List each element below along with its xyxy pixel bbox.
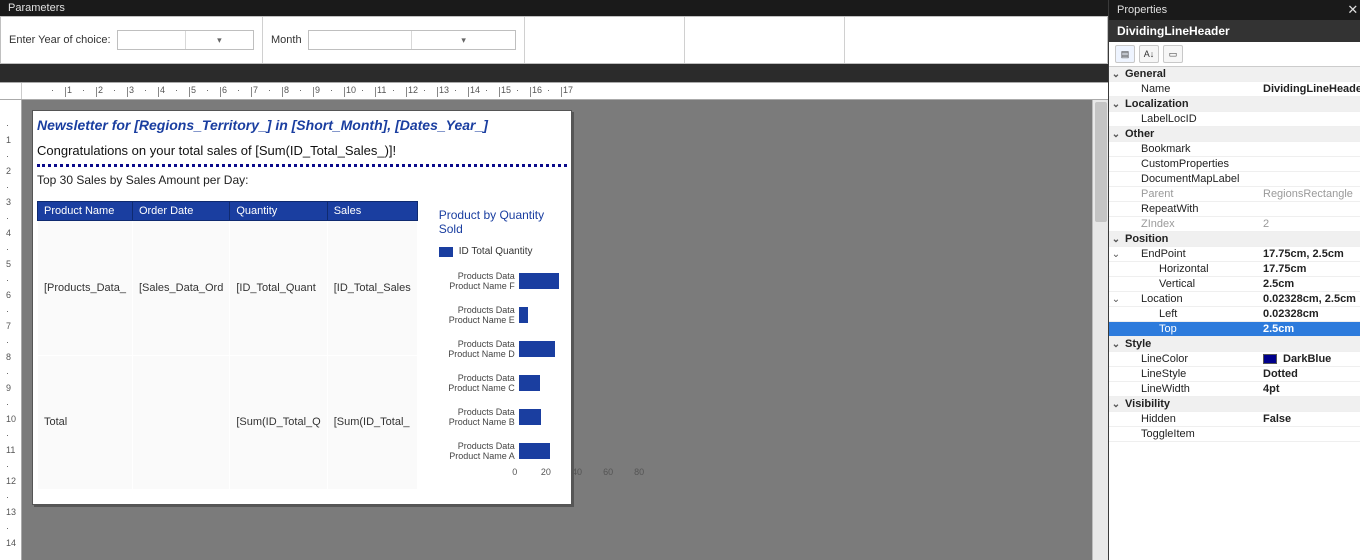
close-icon[interactable]: ✕ (1347, 2, 1358, 18)
property-category[interactable]: ⌄Style (1109, 337, 1360, 352)
dividing-line-header[interactable] (37, 164, 567, 167)
horizontal-ruler: 1·2·3·4·5·6·7·8·9·10·11·12·13·14·15·16·1… (22, 83, 1108, 99)
property-category[interactable]: ⌄Visibility (1109, 397, 1360, 412)
scrollbar-thumb[interactable] (1095, 102, 1107, 222)
sort-az-button[interactable]: A↓ (1139, 45, 1159, 63)
property-row[interactable]: ⌄Location0.02328cm, 2.5cm (1109, 292, 1360, 307)
canvas-scrollbar[interactable] (1092, 100, 1108, 560)
table-header[interactable]: Quantity (230, 202, 327, 221)
properties-panel-title: Properties (1117, 4, 1167, 16)
property-row[interactable]: LabelLocID (1109, 112, 1360, 127)
property-row[interactable]: NameDividingLineHeader (1109, 82, 1360, 97)
property-row[interactable]: Bookmark (1109, 142, 1360, 157)
parameters-panel-title: Parameters (0, 0, 1108, 16)
categorized-view-button[interactable]: ▤ (1115, 45, 1135, 63)
design-canvas[interactable]: Newsletter for [Regions_Territory_] in [… (22, 100, 1108, 560)
property-row[interactable]: ⌄EndPoint17.75cm, 2.5cm (1109, 247, 1360, 262)
param-year-combo[interactable]: ▾ (117, 30, 254, 50)
property-row[interactable]: RepeatWith (1109, 202, 1360, 217)
chart-bar-row: Products DataProduct Name B (443, 407, 560, 427)
param-empty-3 (845, 17, 1107, 63)
property-category[interactable]: ⌄Localization (1109, 97, 1360, 112)
property-row[interactable]: ZIndex2 (1109, 217, 1360, 232)
expand-icon[interactable]: ⌄ (1109, 69, 1123, 80)
table-row[interactable]: [Products_Data_[Sales_Data_Ord[ID_Total_… (38, 221, 418, 356)
property-category[interactable]: ⌄General (1109, 67, 1360, 82)
sales-table[interactable]: Product NameOrder DateQuantitySales [Pro… (37, 201, 418, 490)
chart-bar-row: Products DataProduct Name E (443, 305, 560, 325)
chart-x-axis: 020406080 (515, 467, 560, 479)
legend-swatch-icon (439, 247, 453, 257)
property-row[interactable]: LineColorDarkBlue (1109, 352, 1360, 367)
property-row[interactable]: LineStyleDotted (1109, 367, 1360, 382)
chevron-down-icon: ▾ (411, 31, 515, 49)
report-title[interactable]: Newsletter for [Regions_Territory_] in [… (37, 117, 567, 133)
expand-icon[interactable]: ⌄ (1109, 399, 1123, 410)
param-year-label: Enter Year of choice: (9, 34, 111, 46)
property-row[interactable]: DocumentMapLabel (1109, 172, 1360, 187)
chart-bar-row: Products DataProduct Name A (443, 441, 560, 461)
chart-title: Product by Quantity Sold (439, 208, 560, 236)
table-row[interactable]: Total[Sum(ID_Total_Q[Sum(ID_Total_ (38, 355, 418, 490)
properties-selected-object: DividingLineHeader (1109, 20, 1360, 42)
parameters-body: Enter Year of choice: ▾ Month ▾ (0, 16, 1108, 64)
vertical-ruler: 1·2·3·4·5·6·7·8·9·10·11·12·13·14· (0, 100, 22, 560)
table-header[interactable]: Sales (327, 202, 417, 221)
param-empty-1 (525, 17, 685, 63)
chart-bar-row: Products DataProduct Name D (443, 339, 560, 359)
property-row[interactable]: Left0.02328cm (1109, 307, 1360, 322)
property-row[interactable]: HiddenFalse (1109, 412, 1360, 427)
legend-label: ID Total Quantity (459, 246, 533, 257)
properties-toolbar: ▤ A↓ ▭ (1109, 42, 1360, 67)
param-month-label: Month (271, 34, 302, 46)
param-empty-2 (685, 17, 845, 63)
property-row[interactable]: Horizontal17.75cm (1109, 262, 1360, 277)
expand-icon[interactable]: ⌄ (1109, 129, 1123, 140)
ruler-corner (0, 83, 22, 99)
property-row[interactable]: Vertical2.5cm (1109, 277, 1360, 292)
property-category[interactable]: ⌄Position (1109, 232, 1360, 247)
expand-icon[interactable]: ⌄ (1109, 234, 1123, 245)
expand-icon[interactable]: ⌄ (1109, 249, 1123, 260)
expand-icon[interactable]: ⌄ (1109, 339, 1123, 350)
property-row[interactable]: LineWidth4pt (1109, 382, 1360, 397)
property-pages-button[interactable]: ▭ (1163, 45, 1183, 63)
expand-icon[interactable]: ⌄ (1109, 99, 1123, 110)
chart-bar-row: Products DataProduct Name F (443, 271, 560, 291)
property-row[interactable]: ToggleItem (1109, 427, 1360, 442)
report-page[interactable]: Newsletter for [Regions_Territory_] in [… (32, 110, 572, 505)
chart-card[interactable]: Product by Quantity Sold ID Total Quanti… (432, 201, 567, 490)
table-header[interactable]: Product Name (38, 202, 133, 221)
property-row[interactable]: ParentRegionsRectangle (1109, 187, 1360, 202)
report-congrats[interactable]: Congratulations on your total sales of [… (37, 143, 567, 158)
property-row[interactable]: Top2.5cm (1109, 322, 1360, 337)
properties-tree[interactable]: ⌄GeneralNameDividingLineHeader⌄Localizat… (1109, 67, 1360, 560)
chart-bar-row: Products DataProduct Name C (443, 373, 560, 393)
param-month-combo[interactable]: ▾ (308, 30, 516, 50)
chevron-down-icon: ▾ (185, 31, 253, 49)
chart-legend: ID Total Quantity (439, 246, 560, 257)
report-subhead[interactable]: Top 30 Sales by Sales Amount per Day: (37, 173, 567, 187)
expand-icon[interactable]: ⌄ (1109, 294, 1123, 305)
property-category[interactable]: ⌄Other (1109, 127, 1360, 142)
table-header[interactable]: Order Date (132, 202, 229, 221)
property-row[interactable]: CustomProperties (1109, 157, 1360, 172)
